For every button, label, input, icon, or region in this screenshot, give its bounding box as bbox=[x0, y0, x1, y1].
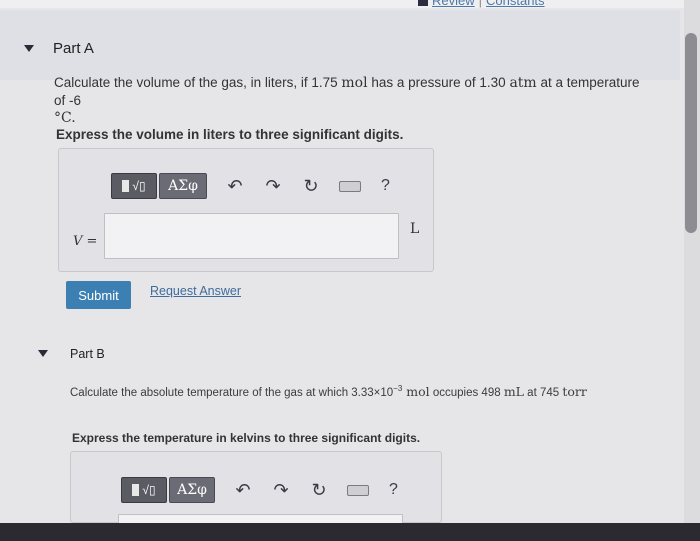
bottom-bar bbox=[0, 523, 700, 541]
top-bar: Review | Constants bbox=[0, 0, 700, 8]
part-b-collapse-icon[interactable] bbox=[38, 350, 48, 357]
help-button[interactable]: ? bbox=[389, 481, 398, 499]
part-a-instruction: Express the volume in liters to three si… bbox=[56, 127, 404, 142]
templates-button[interactable]: √▯ bbox=[111, 173, 157, 199]
part-a-title: Part A bbox=[53, 40, 94, 57]
part-b-question: Calculate the absolute temperature of th… bbox=[70, 383, 587, 399]
reset-icon[interactable]: ↻ bbox=[309, 480, 329, 501]
part-b-instruction: Express the temperature in kelvins to th… bbox=[72, 431, 421, 445]
part-b-toolbar: √▯ ΑΣφ ↶ ↷ ↻ ? bbox=[121, 477, 398, 503]
review-link[interactable]: Review bbox=[432, 0, 475, 8]
keyboard-icon[interactable] bbox=[339, 180, 361, 192]
review-icon bbox=[418, 0, 428, 7]
undo-icon[interactable]: ↶ bbox=[225, 176, 245, 197]
redo-icon[interactable]: ↷ bbox=[263, 176, 283, 197]
greek-symbols-button[interactable]: ΑΣφ bbox=[159, 173, 207, 199]
undo-icon[interactable]: ↶ bbox=[233, 480, 253, 501]
part-b-title: Part B bbox=[70, 347, 105, 361]
help-button[interactable]: ? bbox=[381, 177, 390, 195]
redo-icon[interactable]: ↷ bbox=[271, 480, 291, 501]
part-a-answer-input[interactable] bbox=[104, 213, 399, 259]
reset-icon[interactable]: ↻ bbox=[301, 176, 321, 197]
scrollbar-thumb[interactable] bbox=[685, 33, 697, 233]
part-a-question: Calculate the volume of the gas, in lite… bbox=[54, 75, 640, 126]
part-a-unit-label: L bbox=[410, 221, 420, 237]
part-a-toolbar: √▯ ΑΣφ ↶ ↷ ↻ ? bbox=[111, 173, 390, 199]
keyboard-icon[interactable] bbox=[347, 484, 369, 496]
greek-symbols-button[interactable]: ΑΣφ bbox=[169, 477, 215, 503]
part-a-header[interactable] bbox=[0, 10, 680, 80]
part-a-collapse-icon[interactable] bbox=[24, 45, 34, 52]
submit-button[interactable]: Submit bbox=[66, 281, 131, 309]
header-links: Review | Constants bbox=[418, 0, 545, 8]
constants-link[interactable]: Constants bbox=[486, 0, 545, 8]
request-answer-link[interactable]: Request Answer bbox=[150, 284, 241, 298]
templates-button[interactable]: √▯ bbox=[121, 477, 167, 503]
part-a-variable-label: V = bbox=[73, 234, 98, 249]
